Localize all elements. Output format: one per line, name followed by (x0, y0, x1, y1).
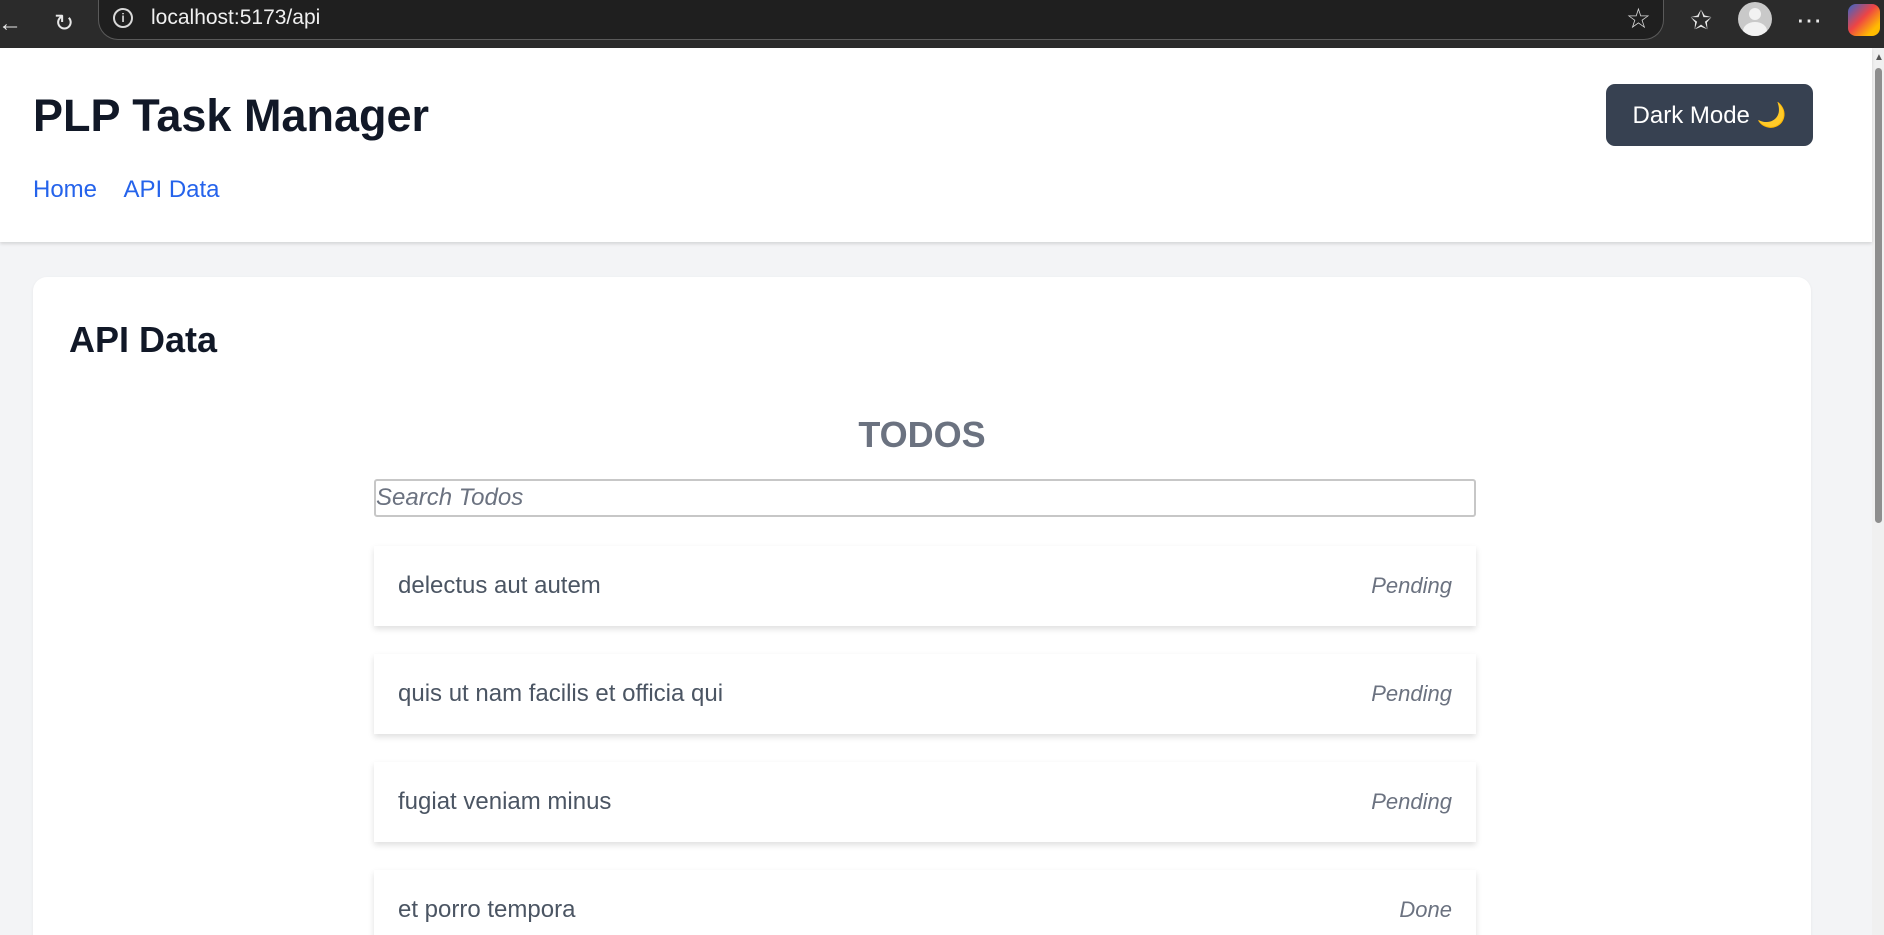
api-data-card: API Data TODOS delectus aut autem Pendin… (33, 277, 1811, 935)
profile-avatar[interactable] (1738, 2, 1772, 36)
page-scrollbar[interactable]: ▲ (1872, 48, 1884, 935)
star-icon[interactable]: ☆ (1626, 2, 1651, 35)
search-input[interactable] (374, 479, 1476, 517)
page-title: API Data (69, 319, 218, 360)
todo-item[interactable]: et porro tempora Done (374, 870, 1476, 935)
todos-heading: TODOS (858, 414, 986, 455)
app-header: PLP Task Manager Home API Data Dark Mode… (0, 48, 1872, 242)
scroll-up-icon[interactable]: ▲ (1874, 52, 1884, 63)
favorites-icon[interactable]: ✩ (1684, 4, 1718, 36)
info-icon[interactable]: i (113, 8, 133, 28)
main-nav: Home API Data (33, 176, 242, 204)
todo-item[interactable]: fugiat veniam minus Pending (374, 762, 1476, 842)
app-title: PLP Task Manager (33, 90, 429, 141)
todo-title: fugiat veniam minus (398, 788, 612, 815)
todo-status: Pending (1371, 789, 1452, 814)
back-arrow-icon[interactable]: ← (0, 8, 26, 40)
todo-item[interactable]: quis ut nam facilis et officia qui Pendi… (374, 654, 1476, 734)
todo-title: quis ut nam facilis et officia qui (398, 680, 724, 707)
nav-api-data-link[interactable]: API Data (123, 176, 219, 203)
dark-mode-button[interactable]: Dark Mode 🌙 (1606, 84, 1813, 146)
todo-item[interactable]: delectus aut autem Pending (374, 546, 1476, 626)
more-icon[interactable]: ⋯ (1792, 4, 1826, 36)
browser-toolbar: ← ↻ i localhost:5173/api ☆ ✩ ⋯ (0, 0, 1884, 48)
url-text[interactable]: localhost:5173/api (151, 6, 320, 30)
todo-status: Pending (1371, 681, 1452, 706)
address-bar[interactable]: i localhost:5173/api ☆ (98, 0, 1664, 40)
nav-home-link[interactable]: Home (33, 176, 97, 203)
copilot-icon[interactable] (1848, 4, 1880, 36)
refresh-icon[interactable]: ↻ (48, 8, 80, 40)
todo-status: Pending (1371, 573, 1452, 598)
todo-title: et porro tempora (398, 896, 576, 923)
todo-title: delectus aut autem (398, 572, 601, 599)
scrollbar-thumb[interactable] (1875, 68, 1882, 523)
todo-status: Done (1399, 897, 1452, 922)
